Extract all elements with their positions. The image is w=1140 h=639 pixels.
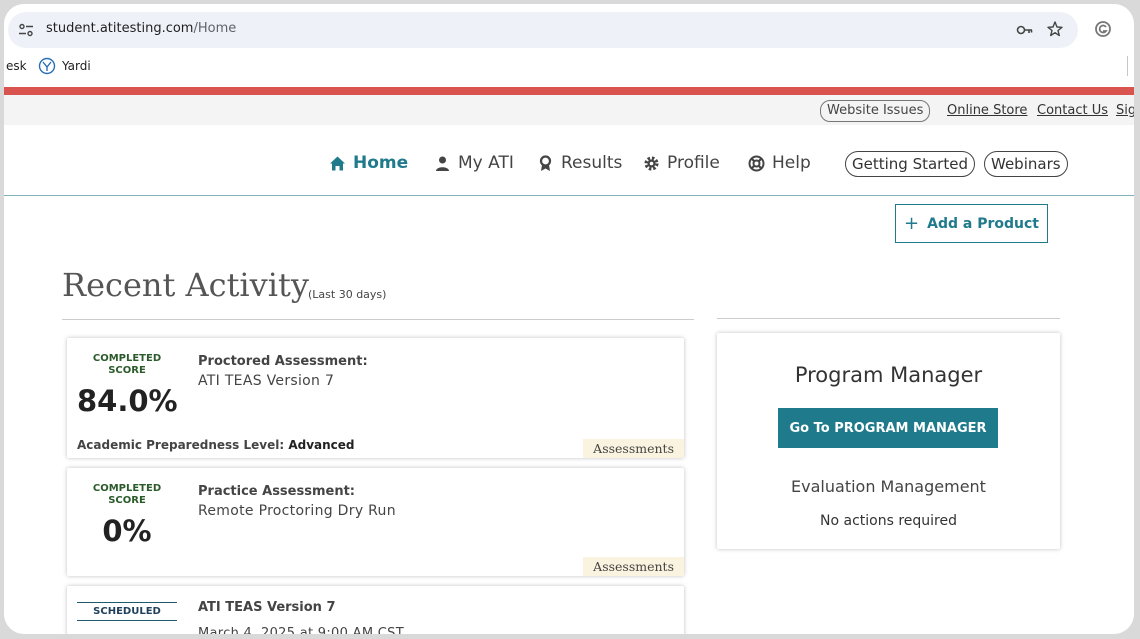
- assessment-name[interactable]: ATI TEAS Version 7: [198, 600, 336, 615]
- gear-icon: [644, 155, 659, 171]
- academic-level-label: Academic Preparedness Level:: [77, 438, 285, 452]
- score-value: 0%: [102, 514, 152, 548]
- utility-nav: Website Issues Online Store Contact Us S…: [4, 95, 1134, 125]
- bookmark-yardi[interactable]: Yardi: [62, 59, 91, 73]
- nav-profile-label: Profile: [667, 153, 720, 173]
- program-manager-title: Program Manager: [794, 363, 983, 387]
- assessment-name[interactable]: Remote Proctoring Dry Run: [198, 503, 396, 519]
- yardi-icon: [38, 57, 56, 75]
- person-icon: [436, 156, 449, 171]
- evaluation-management-heading: Evaluation Management: [791, 477, 986, 496]
- assessment-type: Practice Assessment:: [198, 484, 355, 499]
- plus-icon: +: [904, 213, 920, 234]
- nav-profile[interactable]: Profile: [643, 153, 720, 173]
- recent-activity-subtitle: (Last 30 days): [308, 288, 387, 301]
- score-value: 84.0%: [77, 384, 178, 418]
- lifebuoy-icon: [748, 155, 765, 171]
- status-label: COMPLETED SCORE: [77, 483, 177, 507]
- home-icon: [330, 156, 345, 170]
- bookmark-esk[interactable]: esk: [6, 59, 27, 73]
- nav-results[interactable]: Results: [537, 153, 622, 173]
- activity-card[interactable]: SCHEDULED ATI TEAS Version 7 March 4, 20…: [67, 586, 684, 634]
- activity-card[interactable]: COMPLETED SCORE 0% Practice Assessment: R…: [67, 468, 684, 576]
- nav-help[interactable]: Help: [748, 153, 811, 173]
- scheduled-date: March 4, 2025 at 9:00 AM CST: [198, 626, 404, 634]
- add-product-button[interactable]: + Add a Product: [895, 204, 1048, 243]
- nav-home[interactable]: Home: [329, 153, 408, 173]
- getting-started-button[interactable]: Getting Started: [845, 151, 975, 177]
- url-text[interactable]: student.atitesting.com/Home: [46, 21, 236, 36]
- assessment-type: Proctored Assessment:: [198, 354, 368, 369]
- status-text: COMPLETED SCORE: [92, 353, 162, 376]
- status-text: COMPLETED SCORE: [92, 483, 162, 506]
- recent-activity-title: Recent Activity: [62, 266, 309, 304]
- bookmarks-divider: [1127, 56, 1128, 76]
- program-manager-card: Program Manager Go To PROGRAM MANAGER Ev…: [717, 333, 1060, 549]
- key-icon[interactable]: [1016, 21, 1034, 39]
- extension-icon[interactable]: [1094, 20, 1112, 38]
- academic-level-value: Advanced: [288, 438, 355, 452]
- webinars-button[interactable]: Webinars: [984, 151, 1068, 177]
- sidebar-divider: [717, 318, 1060, 319]
- nav-home-label: Home: [353, 153, 409, 173]
- url-path: /Home: [193, 21, 237, 36]
- academic-level: Academic Preparedness Level: Advanced: [77, 438, 355, 452]
- ribbon-icon: [539, 154, 552, 171]
- scheduled-label: SCHEDULED: [77, 602, 177, 621]
- brand-stripe: [4, 87, 1134, 95]
- assessment-name[interactable]: ATI TEAS Version 7: [198, 373, 334, 389]
- section-divider: [62, 319, 694, 320]
- website-issues-button[interactable]: Website Issues: [820, 100, 931, 122]
- address-bar[interactable]: student.atitesting.com/Home: [8, 12, 1078, 48]
- main-nav: Home My ATI Results Profile Help Getting…: [4, 125, 1134, 196]
- browser-window: student.atitesting.com/Home esk Yardi We…: [4, 4, 1134, 634]
- evaluation-status: No actions required: [820, 513, 957, 529]
- bookmarks-bar: esk Yardi: [4, 54, 1134, 78]
- category-tag: Assessments: [583, 557, 684, 576]
- nav-results-label: Results: [561, 153, 623, 173]
- add-product-label: Add a Product: [927, 215, 1039, 232]
- category-tag: Assessments: [583, 439, 684, 458]
- site-settings-icon[interactable]: [18, 22, 34, 38]
- nav-my-ati[interactable]: My ATI: [434, 153, 514, 173]
- bookmark-star-icon[interactable]: [1046, 20, 1064, 38]
- nav-help-label: Help: [772, 153, 811, 173]
- url-domain: student.atitesting.com: [46, 21, 194, 36]
- go-to-program-manager-button[interactable]: Go To PROGRAM MANAGER: [778, 408, 998, 448]
- activity-card[interactable]: COMPLETED SCORE 84.0% Proctored Assessmen…: [67, 338, 684, 458]
- status-label: COMPLETED SCORE: [77, 353, 177, 377]
- contact-us-link[interactable]: Contact Us: [1037, 103, 1108, 118]
- nav-my-ati-label: My ATI: [458, 153, 514, 173]
- sign-in-link[interactable]: Sig: [1116, 103, 1134, 118]
- online-store-link[interactable]: Online Store: [947, 103, 1027, 118]
